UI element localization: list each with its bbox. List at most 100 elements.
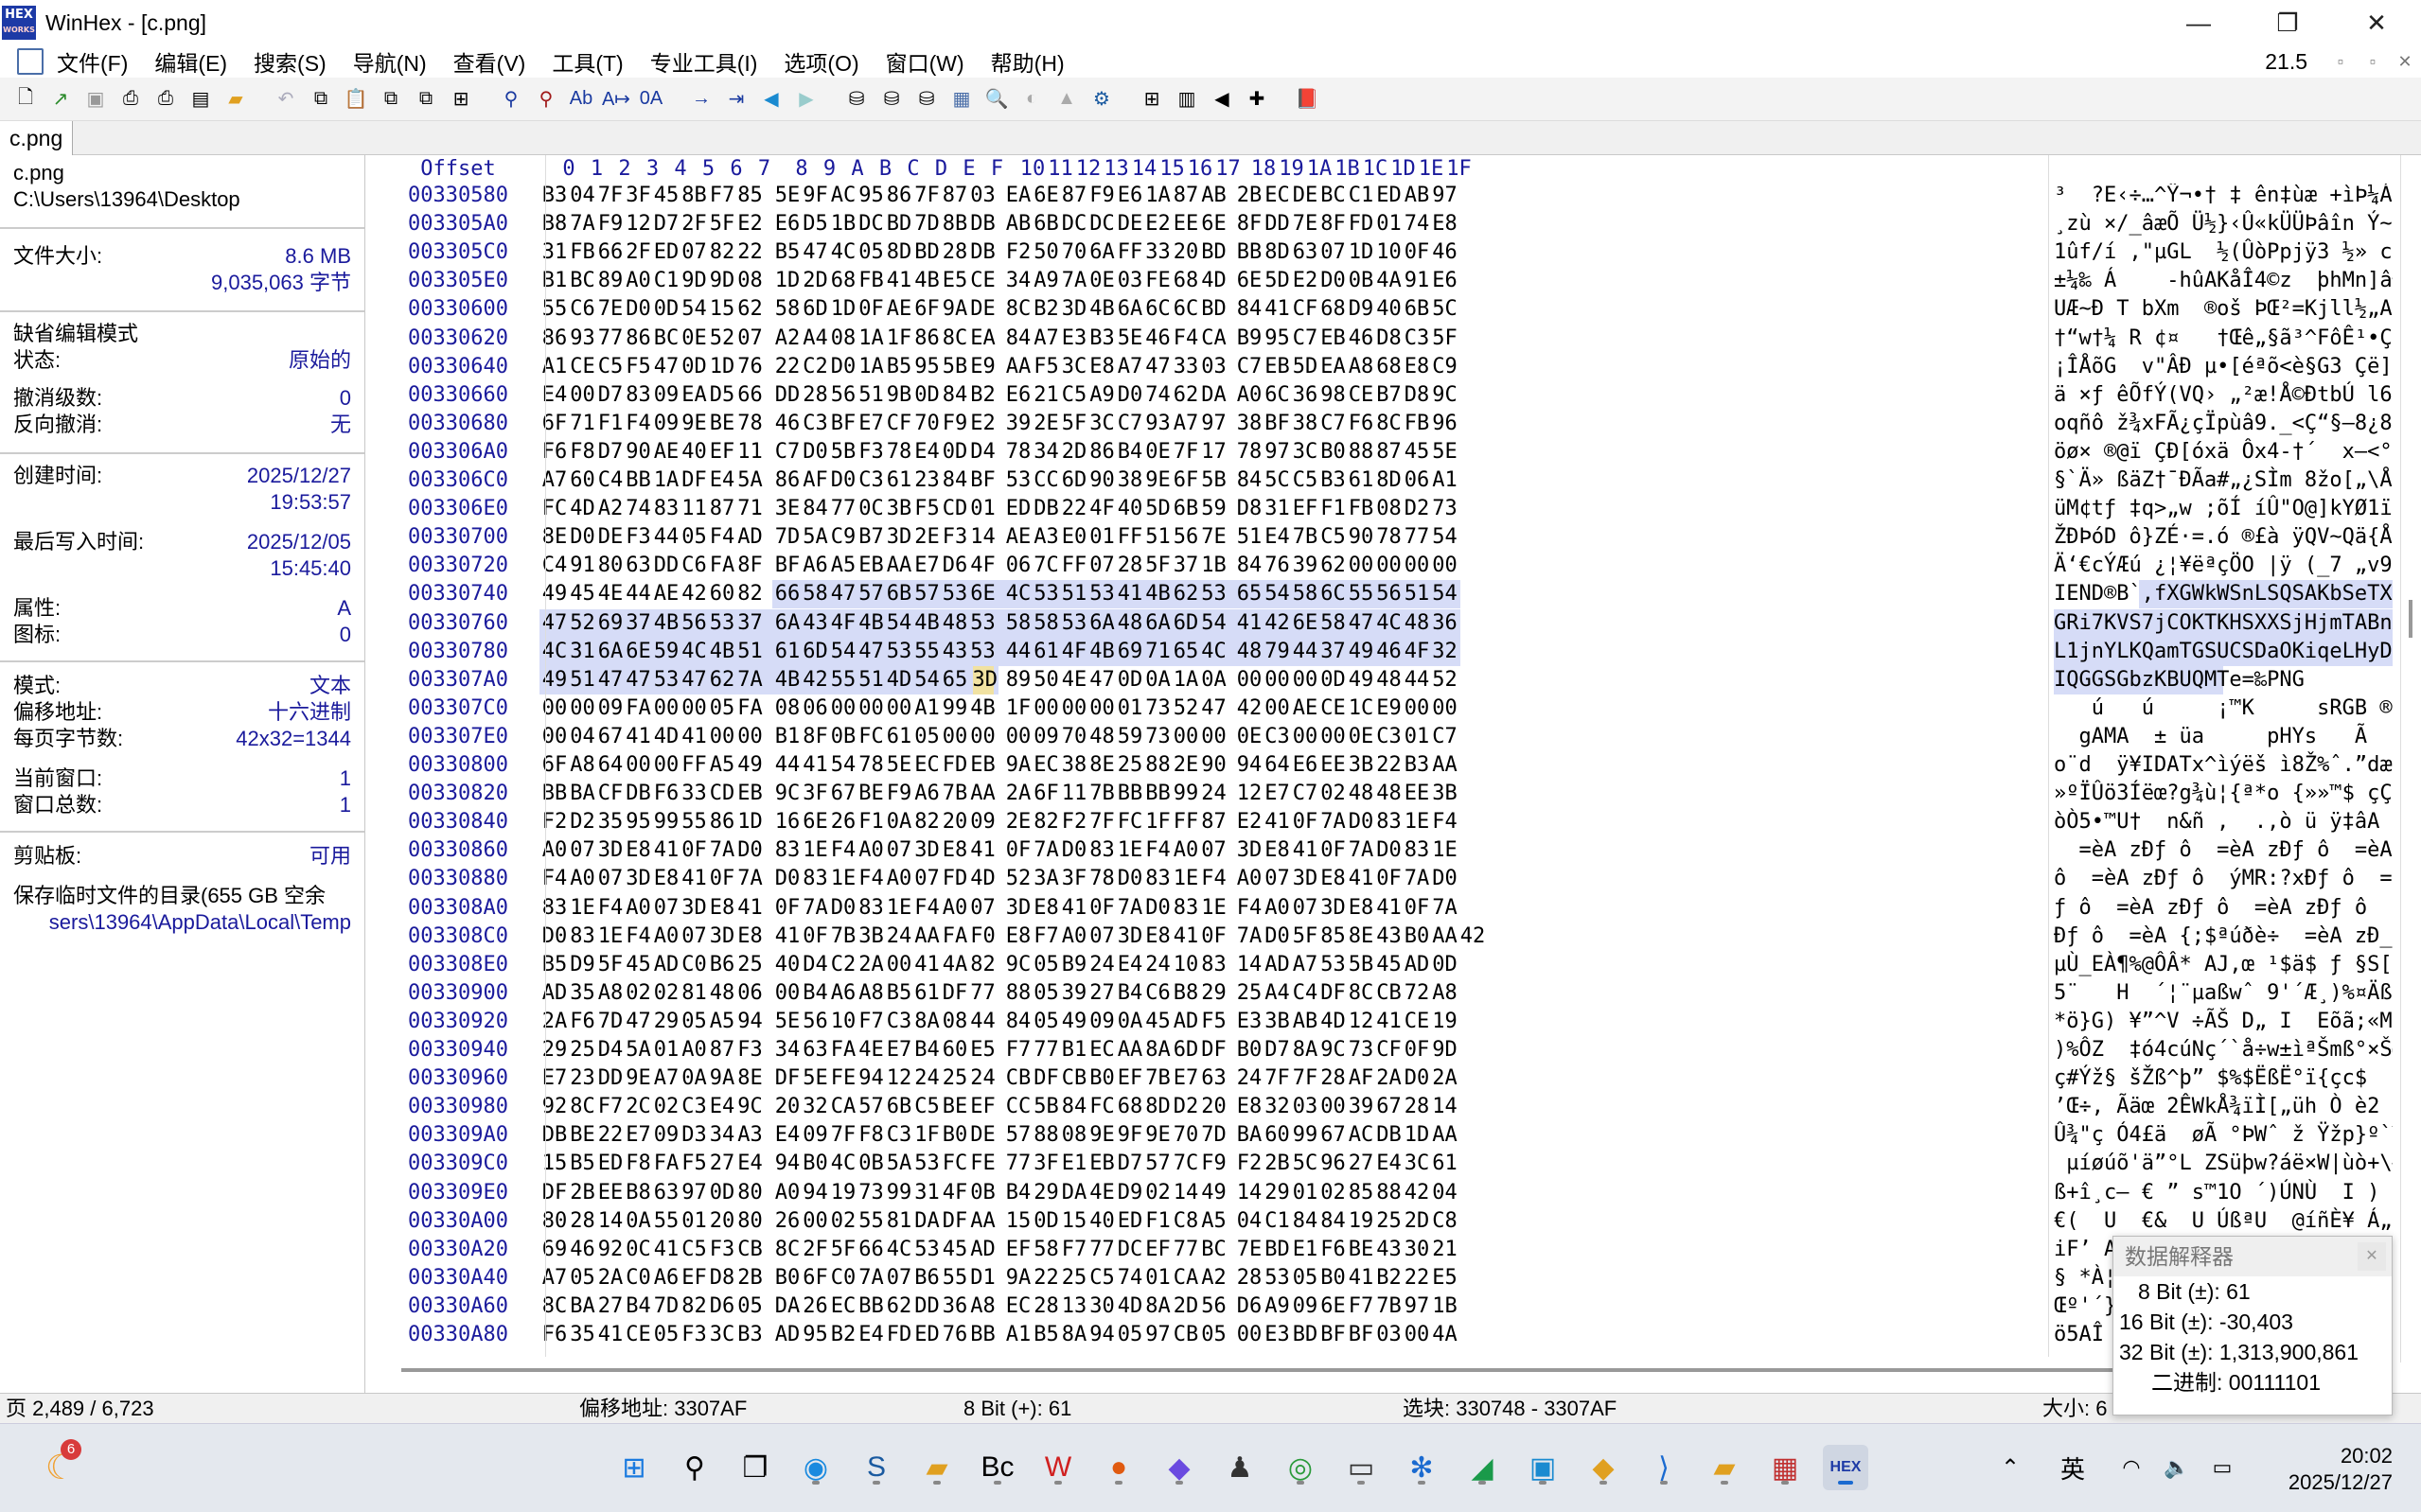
hex-byte[interactable]: 54	[1423, 523, 1468, 552]
hex-byte[interactable]: 1E	[1423, 836, 1468, 865]
hex-editor-grid[interactable]: 00330580 B3 04 7F 3F 45 8B F7 85 5E 9F AC 95 86 7F 87 03…	[365, 184, 2400, 1357]
ascii-text[interactable]: ±¼‰ Á -hûAKåÎ4©z þhMn]âÐ J‘æ	[2054, 267, 2393, 295]
ascii-text[interactable]: )%ÔZ ‡ó4cúNç´`å÷w±ìªŠmß°×ŠœsÏ	[2054, 1036, 2393, 1064]
help-book-icon[interactable]: 📕	[1291, 83, 1323, 115]
write-block-icon[interactable]: ⊞	[445, 83, 477, 115]
battery-icon[interactable]: ▭	[2200, 1445, 2245, 1490]
penguin-icon[interactable]: ♟	[1217, 1445, 1263, 1490]
hex-byte[interactable]: 00	[1423, 552, 1468, 580]
ascii-text[interactable]: §`Ä» ßäZ†¯ÐÃa#„¿SÌm 8žo[„\Å³a ¡	[2054, 466, 2393, 495]
app-grid-icon[interactable]: ▦	[1762, 1445, 1808, 1490]
input-lang[interactable]: 英	[2050, 1445, 2095, 1490]
calculator-icon[interactable]: ▦	[945, 83, 978, 115]
ascii-text[interactable]: ¸zù ×/_âæÕ Ü½}‹Û«kÜÜÞâîn Ý~ ý tè	[2054, 210, 2393, 238]
hex-byte[interactable]: 0D	[1423, 951, 1468, 979]
prev-window-icon[interactable]: ◀	[1206, 83, 1238, 115]
app-green-icon[interactable]: ◢	[1459, 1445, 1505, 1490]
ascii-text[interactable]: *ö}G) ¥”^V ÷ÃŠ D„ I E­õã;«M AÎ	[2054, 1008, 2393, 1036]
new-file-icon[interactable]: 🗋	[9, 83, 42, 115]
ascii-text[interactable]: ƒ ô =èA zÐƒ ô =èA zÐƒ ô =èA z	[2054, 894, 2393, 923]
wifi-icon[interactable]: ◠	[2109, 1445, 2154, 1490]
menu-window[interactable]: 窗口(W)	[886, 45, 964, 78]
ascii-text[interactable]: µíøúõ'ä”°L ZSüþw?áë×W|ùò+\–'ä<a	[2054, 1150, 2393, 1178]
horizontal-scroll-thumb[interactable]	[401, 1368, 2152, 1372]
chevron-up-icon[interactable]: ⌃	[1988, 1445, 2033, 1490]
vscode-icon[interactable]: ⟩	[1641, 1445, 1687, 1490]
hex-byte[interactable]: 65	[932, 666, 978, 694]
disk-clone-icon[interactable]: ⛁	[910, 83, 943, 115]
hex-byte[interactable]: 73	[1423, 495, 1468, 523]
hex-byte[interactable]: E5	[1423, 1264, 1468, 1292]
next-window-icon[interactable]: ✚	[1241, 83, 1273, 115]
hex-byte[interactable]: 5E	[1423, 438, 1468, 466]
menu-tools[interactable]: 工具(T)	[552, 45, 623, 78]
app-window-icon[interactable]: ▣	[1520, 1445, 1565, 1490]
ascii-text[interactable]: oqñô ž¾xFÃ¿çÏpùâ9._<Ç“§—8¿8ÇöŒû–	[2054, 410, 2393, 438]
ascii-text[interactable]: IEND®B`‚fXGWkWSnLSQSAKbSeTXlUVQT	[2054, 580, 2393, 608]
doc-minimize-icon[interactable]: ▫	[2324, 52, 2357, 72]
hex-byte[interactable]: 9D	[1423, 1036, 1468, 1064]
hex-byte[interactable]: AA	[1423, 751, 1468, 780]
wps-office-icon[interactable]: W	[1035, 1445, 1081, 1490]
ascii-text[interactable]: €( U €& U ÚßªU @íñÈ¥ Á„„ %-È	[2054, 1207, 2393, 1236]
print-icon[interactable]: ⎙	[115, 83, 147, 115]
explorer-icon[interactable]: ▰	[1702, 1445, 1747, 1490]
ascii-text[interactable]: Ä‘€cÝÆú ¿¦¥ëªçÖO |ÿ (_7 „v9b	[2054, 552, 2393, 580]
hex-byte[interactable]: E8	[1423, 210, 1468, 238]
hex-byte[interactable]: 96	[1423, 410, 1468, 438]
hex-byte[interactable]: A8	[1423, 979, 1468, 1008]
minimize-button[interactable]: —	[2154, 0, 2243, 45]
doc-restore-icon[interactable]: ▫	[2357, 52, 2389, 72]
ascii-text[interactable]: ³ ?E‹÷…^Ÿ¬•† ‡ ên‡ùæ +ìÞ¼ÁíÞ«	[2054, 184, 2393, 210]
ascii-text[interactable]: ä ×ƒ êÕfÝ(VQ› „²æ!Å©ÐtbÚ l6˜Î·Øœ	[2054, 381, 2393, 410]
copy-hex-icon[interactable]: ⧉	[410, 83, 442, 115]
tab-c-png[interactable]: c.png	[0, 121, 74, 155]
open-folder-icon[interactable]: ▰	[220, 83, 252, 115]
view-icon[interactable]: ◐	[1016, 83, 1048, 115]
ascii-text[interactable]: ß+î¸c— € ” s™1O ´)ÚNÙ I ) …ˆB	[2054, 1179, 2393, 1207]
hex-byte[interactable]: 36	[1423, 609, 1468, 638]
ascii-text[interactable]: ŽÐÞóD ô­}ZÉ·=.ó ®£à ÿQV~Qä{Å xwT	[2054, 523, 2393, 552]
menu-navigation[interactable]: 导航(N)	[353, 45, 427, 78]
hex-byte[interactable]: 14	[1423, 1093, 1468, 1121]
menu-search[interactable]: 搜索(S)	[254, 45, 327, 78]
close-button[interactable]: ✕	[2332, 0, 2421, 45]
ascii-text[interactable]: Ðƒ ô =èA {;$ªúðè÷ =èA zÐ_…ŽC°ªB	[2054, 923, 2393, 951]
hex-byte[interactable]: 3B	[1423, 780, 1468, 808]
ascii-text[interactable]: IQGGSGbzKBUQMTe=‰PNG IHDR	[2054, 666, 2393, 694]
ascii-text[interactable]: L1jnYLKQamTGSUCSDaOKiqeLHyD7IFO2	[2054, 638, 2393, 666]
forward-icon[interactable]: ▶	[790, 83, 822, 115]
ascii-text[interactable]: üM¢tƒ ‡q>„w ;õÍ íÛ"O@]kYØ1ïñû Òs	[2054, 495, 2393, 523]
ascii-text[interactable]: òÒ5•™U† n&ñ ‚ .‚ò ü ÿ‡âA zÐƒ ô	[2054, 808, 2393, 836]
ascii-text[interactable]: UÆ~Ð T bXm ®oš ÞŒ²=Kjll½„AÏhÙ@k\	[2054, 295, 2393, 324]
open-disk-icon[interactable]: ⛁	[840, 83, 873, 115]
hex-byte[interactable]: D0	[1423, 865, 1468, 893]
menu-edit[interactable]: 编辑(E)	[154, 45, 227, 78]
ascii-text[interactable]: gAMA ± üa pHYs Ã Ã Ç	[2054, 723, 2393, 751]
file-folder-icon[interactable]: ▰	[914, 1445, 960, 1490]
hex-byte[interactable]: 46	[1423, 238, 1468, 267]
hex-byte[interactable]: F4	[1423, 808, 1468, 836]
horizontal-scrollbar[interactable]	[365, 1357, 2400, 1380]
menu-options[interactable]: 选项(O)	[784, 45, 858, 78]
replace-text-icon[interactable]: Ab	[565, 83, 597, 115]
clock[interactable]: 20:02 2025/12/27	[2288, 1443, 2393, 1496]
copy-icon[interactable]: ⧉	[305, 83, 337, 115]
ascii-text[interactable]: 1ûf/í ‚"µGL ½(ÛòPpjÿ3 ½» c F	[2054, 238, 2393, 267]
goto-end-icon[interactable]: ⇥	[720, 83, 752, 115]
vertical-scrollbar[interactable]	[2400, 155, 2421, 1363]
hex-byte[interactable]: 2A	[1423, 1064, 1468, 1093]
hex-byte[interactable]: 21	[1423, 1236, 1468, 1264]
notes-app-icon[interactable]: ◆	[1157, 1445, 1202, 1490]
ascii-text[interactable]: o¨d ÿ¥IDATx^ìýëš ì8Ž%ˆ.”dæî;"³ª	[2054, 751, 2393, 780]
ascii-text[interactable]: ç#Ýž§ šŽß^þ” $%$ËßË°ï{çc$ (¯*Ð*	[2054, 1064, 2393, 1093]
paste-icon[interactable]: 📋	[340, 83, 372, 115]
find-hex-icon[interactable]: ⚲	[530, 83, 562, 115]
ascii-text[interactable]: öø× ®@ï ÇÐ[óxä Ôx4-†´ x—<°ˆ‡E^	[2054, 438, 2393, 466]
ascii-text[interactable]: »ºÏÛö3Íëœ?g¾ù¦{ª*o {»»™$ çÇ HHî;	[2054, 780, 2393, 808]
ascii-text[interactable]: ’Œ÷, Ãäœ 2ÊWkÅ¾ïÌ[„üh Ò è2 9g(	[2054, 1093, 2393, 1121]
replace-hex-icon[interactable]: A↦	[600, 83, 632, 115]
hex-byte[interactable]: 9C	[1423, 381, 1468, 410]
vertical-scroll-thumb[interactable]	[2409, 600, 2412, 638]
ascii-text[interactable]: ­5¨ H ´¦¨µaßwˆ 9'´Æ¸)%¤ÄßŒËr¨	[2054, 979, 2393, 1008]
